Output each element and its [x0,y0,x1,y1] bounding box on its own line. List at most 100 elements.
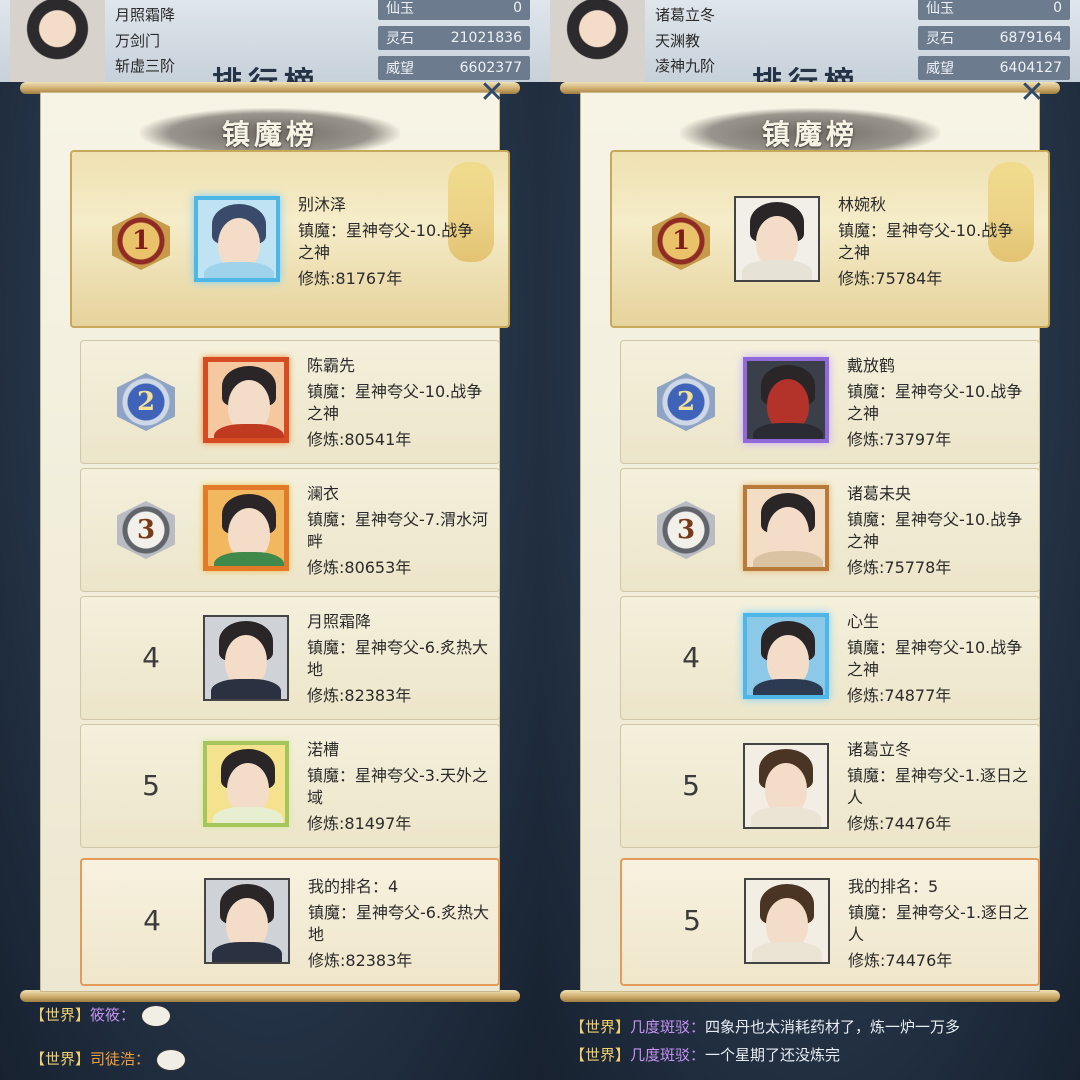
player-sect: 万剑门 [115,32,161,50]
rank-cultivation: 修炼:80653年 [307,558,412,577]
rank-row[interactable]: 3 诸葛未央 镇魔：星神夸父-10.战争之神 修炼:75778年 [620,468,1040,592]
chat-user[interactable]: 几度斑驳： [630,1018,705,1036]
my-rank-stage: 镇魔：星神夸父-6.炙热大地 [308,903,490,944]
rank-info: 澜衣 镇魔：星神夸父-7.渭水河畔 修炼:80653年 [307,483,497,579]
rank-stage: 镇魔：星神夸父-10.战争之神 [838,221,1014,262]
rank-row[interactable]: 4 月照霜降 镇魔：星神夸父-6.炙热大地 修炼:82383年 [80,596,500,720]
player-portrait[interactable] [734,196,820,282]
player-name: 诸葛立冬 [655,6,716,24]
rank-stage: 镇魔：星神夸父-7.渭水河畔 [307,510,489,551]
chat-user[interactable]: 筱筱： [90,1006,135,1024]
rank-info: 戴放鹤 镇魔：星神夸父-10.战争之神 修炼:73797年 [847,355,1037,451]
player-realm: 斩虚三阶 [115,57,176,75]
player-portrait[interactable] [743,485,829,571]
player-avatar[interactable] [550,0,645,82]
my-rank-row: 5 我的排名：5 镇魔：星神夸父-1.逐日之人 修炼:74476年 [620,858,1040,986]
chat-channel: 【世界】 [570,1046,631,1064]
rank-player-name: 戴放鹤 [847,356,896,375]
rank-cultivation: 修炼:74877年 [847,686,952,705]
rank-row[interactable]: 3 澜衣 镇魔：星神夸父-7.渭水河畔 修炼:80653年 [80,468,500,592]
close-icon[interactable]: ✕ [1016,78,1048,110]
player-name: 月照霜降 [115,6,176,24]
player-portrait[interactable] [743,743,829,829]
rank-cultivation: 修炼:75784年 [838,269,943,288]
my-rank-cultivation: 修炼:82383年 [308,951,413,970]
stat-value: 6602377 [459,60,522,76]
stat-value: 6404127 [999,60,1062,76]
my-rank-label: 我的排名：4 [308,877,399,896]
player-portrait[interactable] [203,485,289,571]
silver-medal-icon: 2 [111,371,181,433]
rank-info: 心生 镇魔：星神夸父-10.战争之神 修炼:74877年 [847,611,1037,707]
player-portrait[interactable] [203,741,289,827]
chat-message: 一个星期了还没炼完 [705,1046,841,1064]
my-rank-info: 我的排名：5 镇魔：星神夸父-1.逐日之人 修炼:74476年 [848,876,1038,972]
rank-cultivation: 修炼:81767年 [298,269,403,288]
chat-user[interactable]: 司徒浩： [90,1050,150,1068]
rank-info: 月照霜降 镇魔：星神夸父-6.炙热大地 修炼:82383年 [307,611,497,707]
player-sect: 天渊教 [655,32,701,50]
chat-channel: 【世界】 [30,1050,91,1068]
stat-label: 仙玉 [926,1,954,17]
stat-spirit-stone: 灵石 6879164 [918,26,1070,50]
player-portrait[interactable] [194,196,280,282]
rank-player-name: 别沐泽 [298,195,347,214]
stat-label: 仙玉 [386,1,414,17]
player-portrait[interactable] [203,615,289,701]
rank-stage: 镇魔：星神夸父-10.战争之神 [298,221,474,262]
player-portrait[interactable] [743,613,829,699]
rank-cultivation: 修炼:74476年 [847,814,952,833]
my-rank-number: 5 [683,904,701,937]
rank-stage: 镇魔：星神夸父-10.战争之神 [847,382,1023,423]
rank-info: 别沐泽 镇魔：星神夸父-10.战争之神 修炼:81767年 [298,194,488,290]
stat-label: 威望 [386,61,414,77]
my-rank-number: 4 [143,904,161,937]
player-portrait[interactable] [203,357,289,443]
stat-value: 21021836 [450,30,522,46]
my-rank-stage: 镇魔：星神夸父-1.逐日之人 [848,903,1030,944]
stat-label: 灵石 [926,31,954,47]
rank-player-name: 渃槽 [307,740,340,759]
rank-stage: 镇魔：星神夸父-6.炙热大地 [307,638,489,679]
chat-message: 四象丹也太消耗药材了，炼一炉一万多 [705,1018,961,1036]
rank-number: 4 [682,641,700,674]
rank-number: 5 [142,769,160,802]
my-rank-info: 我的排名：4 镇魔：星神夸父-6.炙热大地 修炼:82383年 [308,876,498,972]
chat-line: 【世界】司徒浩： [30,1048,187,1071]
rank-player-name: 诸葛立冬 [847,740,912,759]
player-avatar[interactable] [10,0,105,82]
my-portrait [744,878,830,964]
rank-cultivation: 修炼:73797年 [847,430,952,449]
bronze-medal-icon: 3 [111,499,181,561]
stat-label: 威望 [926,61,954,77]
rank-row[interactable]: 4 心生 镇魔：星神夸父-10.战争之神 修炼:74877年 [620,596,1040,720]
rank-row[interactable]: 5 诸葛立冬 镇魔：星神夸父-1.逐日之人 修炼:74476年 [620,724,1040,848]
stat-value: 0 [1053,0,1062,16]
rank-row[interactable]: 2 戴放鹤 镇魔：星神夸父-10.战争之神 修炼:73797年 [620,340,1040,464]
leaderboard-screen-left: 月照霜降 万剑门 斩虚三阶 仙玉0 灵石21021836 威望6602377 排… [0,0,540,1080]
rank-row[interactable]: 5 渃槽 镇魔：星神夸父-3.天外之域 修炼:81497年 [80,724,500,848]
rank-row[interactable]: 1 林婉秋 镇魔：星神夸父-10.战争之神 修炼:75784年 [610,150,1050,328]
rank-info: 渃槽 镇魔：星神夸父-3.天外之域 修炼:81497年 [307,739,497,835]
stat-value: 0 [513,0,522,16]
panel-paper: 镇魔榜 1 别沐泽 镇魔：星神夸父-10.战争之神 修炼:81767年 2 陈霸… [40,92,510,992]
chat-line: 【世界】几度斑驳：一个星期了还没炼完 [570,1044,840,1065]
chat-channel: 【世界】 [30,1006,91,1024]
stat-prestige: 威望 6602377 [378,56,530,80]
chat-user[interactable]: 几度斑驳： [630,1046,705,1064]
rank-row[interactable]: 2 陈霸先 镇魔：星神夸父-10.战争之神 修炼:80541年 [80,340,500,464]
leaderboard-screen-right: 诸葛立冬 天渊教 凌神九阶 仙玉0 灵石6879164 威望6404127 排行… [540,0,1080,1080]
bronze-medal-icon: 3 [651,499,721,561]
stat-prestige: 威望 6404127 [918,56,1070,80]
player-portrait[interactable] [743,357,829,443]
rank-player-name: 林婉秋 [838,195,887,214]
silver-medal-icon: 2 [651,371,721,433]
rank-row[interactable]: 1 别沐泽 镇魔：星神夸父-10.战争之神 修炼:81767年 [70,150,510,328]
close-icon[interactable]: ✕ [476,78,508,110]
rank-player-name: 陈霸先 [307,356,356,375]
rank-stage: 镇魔：星神夸父-10.战争之神 [847,638,1023,679]
rank-number: 5 [682,769,700,802]
rank-info: 诸葛未央 镇魔：星神夸父-10.战争之神 修炼:75778年 [847,483,1037,579]
rank-info: 陈霸先 镇魔：星神夸父-10.战争之神 修炼:80541年 [307,355,497,451]
chat-line: 【世界】筱筱： [30,1004,172,1027]
